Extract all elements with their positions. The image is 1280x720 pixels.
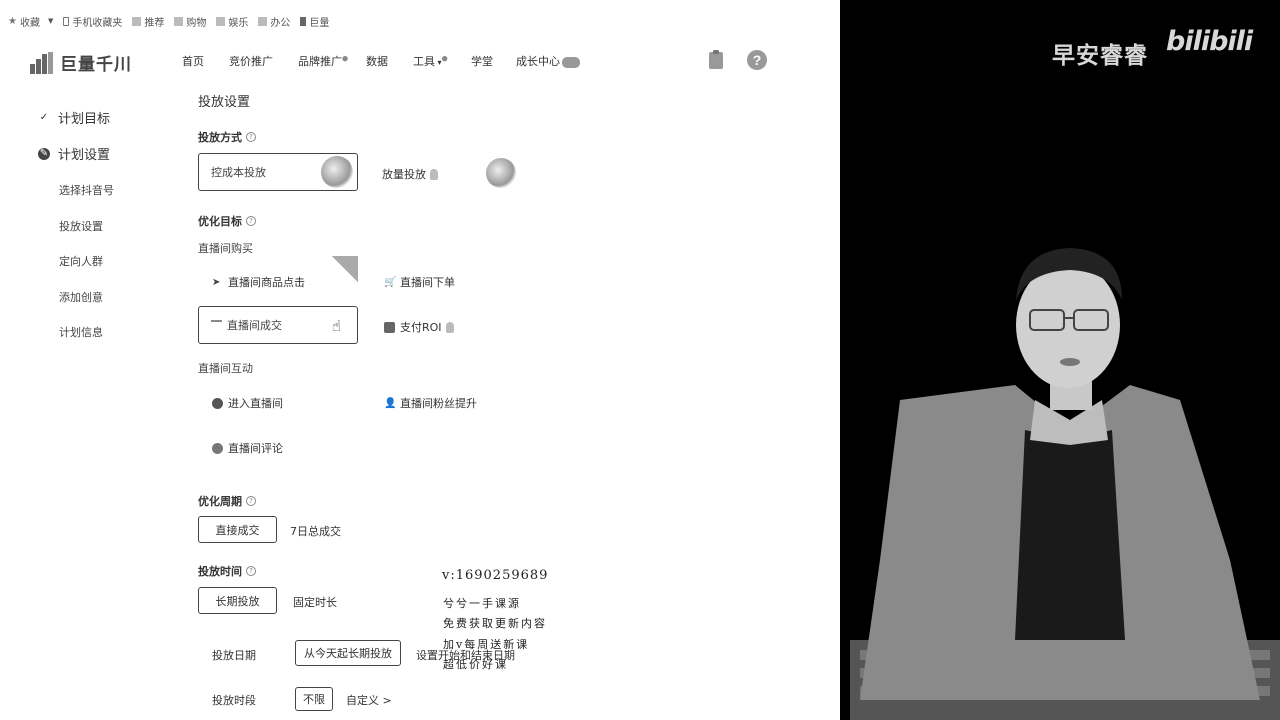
rocket-icon: ➤ xyxy=(212,276,221,288)
help-icon[interactable]: ? xyxy=(246,496,256,506)
watermark-line: 超低价好课 xyxy=(443,658,508,671)
date-label: 投放日期 xyxy=(212,649,256,662)
brand-logo[interactable]: 巨量千川 xyxy=(30,50,132,75)
option-label: 直播间商品点击 xyxy=(228,276,305,289)
section-label-text: 优化目标 xyxy=(198,215,242,228)
delivery-time-label: 投放时间 ? xyxy=(198,563,256,579)
group-live-interaction: 直播间互动 xyxy=(198,362,253,375)
section-label-text: 优化周期 xyxy=(198,495,242,508)
decor-illustration-icon xyxy=(486,158,516,188)
sidebar-item-douyin-account[interactable]: 选择抖音号 xyxy=(59,182,114,198)
lightbulb-icon xyxy=(445,321,454,333)
enter-icon xyxy=(212,397,223,409)
goal-fans-growth[interactable]: 👤 直播间粉丝提升 xyxy=(384,395,477,411)
presenter-video: 早安睿睿 bilibili xyxy=(840,0,1280,720)
logo-mark-icon xyxy=(30,51,54,74)
wallet-icon xyxy=(384,321,395,333)
time-fixed-duration-option[interactable]: 固定时长 xyxy=(293,594,337,610)
time-slot-label: 投放时段 xyxy=(212,694,256,707)
decor-illustration-icon xyxy=(321,156,353,188)
goal-live-comment[interactable]: 直播间评论 xyxy=(212,440,283,456)
sidebar-plan-settings[interactable]: ✎ 计划设置 xyxy=(38,144,110,163)
optimization-goal-label: 优化目标 ? xyxy=(198,213,256,229)
dropdown-arrow-icon: ▼ xyxy=(48,17,54,25)
goal-live-deal-card[interactable]: 直播间成交 ☝ xyxy=(198,306,358,344)
bookmark-favorites[interactable]: ★ 收藏 ▼ xyxy=(8,14,53,29)
phone-icon xyxy=(63,16,70,26)
sidebar-plan-goal[interactable]: ✓ 计划目标 xyxy=(38,108,111,128)
sidebar-item-plan-info[interactable]: 计划信息 xyxy=(59,324,103,340)
grid-icon xyxy=(174,16,184,26)
mode-cost-control-card[interactable]: 控成本投放 xyxy=(198,153,358,191)
watermark-contact: v:1690259689 xyxy=(442,568,549,583)
star-icon: ★ xyxy=(8,15,17,27)
watermark-line: 加v每周送新课 xyxy=(443,638,530,651)
help-icon[interactable]: ? xyxy=(246,216,256,226)
help-icon[interactable]: ? xyxy=(246,132,256,142)
hand-cursor-icon: ☝ xyxy=(331,317,341,335)
receipt-icon xyxy=(211,319,222,331)
delivery-mode-label: 投放方式 ? xyxy=(198,129,256,145)
section-label-text: 投放方式 xyxy=(198,131,242,144)
corner-badge xyxy=(332,256,358,282)
comment-icon xyxy=(212,442,223,454)
step-dot-icon: ✎ xyxy=(38,147,50,160)
time-slot-custom-link[interactable]: 自定义 > xyxy=(346,692,392,708)
goal-live-order[interactable]: 🛒 直播间下单 xyxy=(384,274,455,290)
bookmark-recommend[interactable]: 推荐 xyxy=(132,14,164,29)
user-icon: 👤 xyxy=(384,397,397,409)
time-slot-unlimited-button[interactable]: 不限 xyxy=(295,687,333,711)
option-label: 直播间下单 xyxy=(400,276,455,289)
sidebar-item-targeting[interactable]: 定向人群 xyxy=(59,253,103,269)
option-label: 支付ROI xyxy=(400,321,442,334)
brand-name: 巨量千川 xyxy=(60,55,132,75)
time-long-term-button[interactable]: 长期投放 xyxy=(198,587,277,614)
group-live-purchase: 直播间购买 xyxy=(198,242,253,255)
sidebar-item-delivery-settings[interactable]: 投放设置 xyxy=(59,218,103,234)
option-label: 放量投放 xyxy=(382,168,426,181)
bookmark-label: 收藏 xyxy=(20,17,40,29)
option-label: 直播间评论 xyxy=(228,442,283,455)
period-direct-deal-button[interactable]: 直接成交 xyxy=(198,516,277,543)
date-value-button[interactable]: 从今天起长期投放 xyxy=(295,640,401,666)
optimization-period-label: 优化周期 ? xyxy=(198,493,256,509)
presenter-figure xyxy=(850,248,1280,720)
help-icon[interactable]: ? xyxy=(246,566,256,576)
mouth-shape xyxy=(1060,358,1080,366)
lightbulb-icon xyxy=(430,168,438,180)
sweater-shape xyxy=(1015,430,1125,640)
bookmark-label: 手机收藏夹 xyxy=(72,17,123,29)
option-label: 控成本投放 xyxy=(211,166,266,179)
goal-product-click[interactable]: ➤ 直播间商品点击 xyxy=(212,274,305,290)
goal-pay-roi[interactable]: 支付ROI xyxy=(384,319,454,335)
watermark-line: 兮兮一手课源 xyxy=(443,597,521,610)
option-label: 直播间成交 xyxy=(227,319,282,332)
cart-icon: 🛒 xyxy=(384,276,397,288)
option-label: 直播间粉丝提升 xyxy=(400,397,477,410)
sidebar-item-label: 计划目标 xyxy=(58,112,111,127)
mode-max-delivery-option[interactable]: 放量投放 xyxy=(382,166,438,182)
bookmark-mobile[interactable]: 手机收藏夹 xyxy=(63,14,122,29)
sidebar-item-creative[interactable]: 添加创意 xyxy=(59,289,103,305)
option-label: 进入直播间 xyxy=(228,397,283,410)
period-7day-option[interactable]: 7日总成交 xyxy=(290,523,341,539)
app-window: ★ 收藏 ▼ 手机收藏夹 推荐 购物 娱乐 办公 巨量 巨量千川 首页 竞价推广… xyxy=(0,0,840,720)
watermark-line: 免费获取更新内容 xyxy=(443,617,547,630)
bookmark-label: 推荐 xyxy=(144,17,165,29)
page-title: 投放设置 xyxy=(198,95,251,110)
sidebar-item-label: 计划设置 xyxy=(58,148,111,163)
grid-icon xyxy=(132,16,142,26)
check-icon: ✓ xyxy=(39,111,49,123)
section-label-text: 投放时间 xyxy=(198,565,242,578)
main-content: 投放设置 投放方式 ? 控成本投放 放量投放 优化目标 ? 直播间购买 ➤ 直播… xyxy=(198,0,838,720)
goal-enter-live[interactable]: 进入直播间 xyxy=(212,395,283,411)
